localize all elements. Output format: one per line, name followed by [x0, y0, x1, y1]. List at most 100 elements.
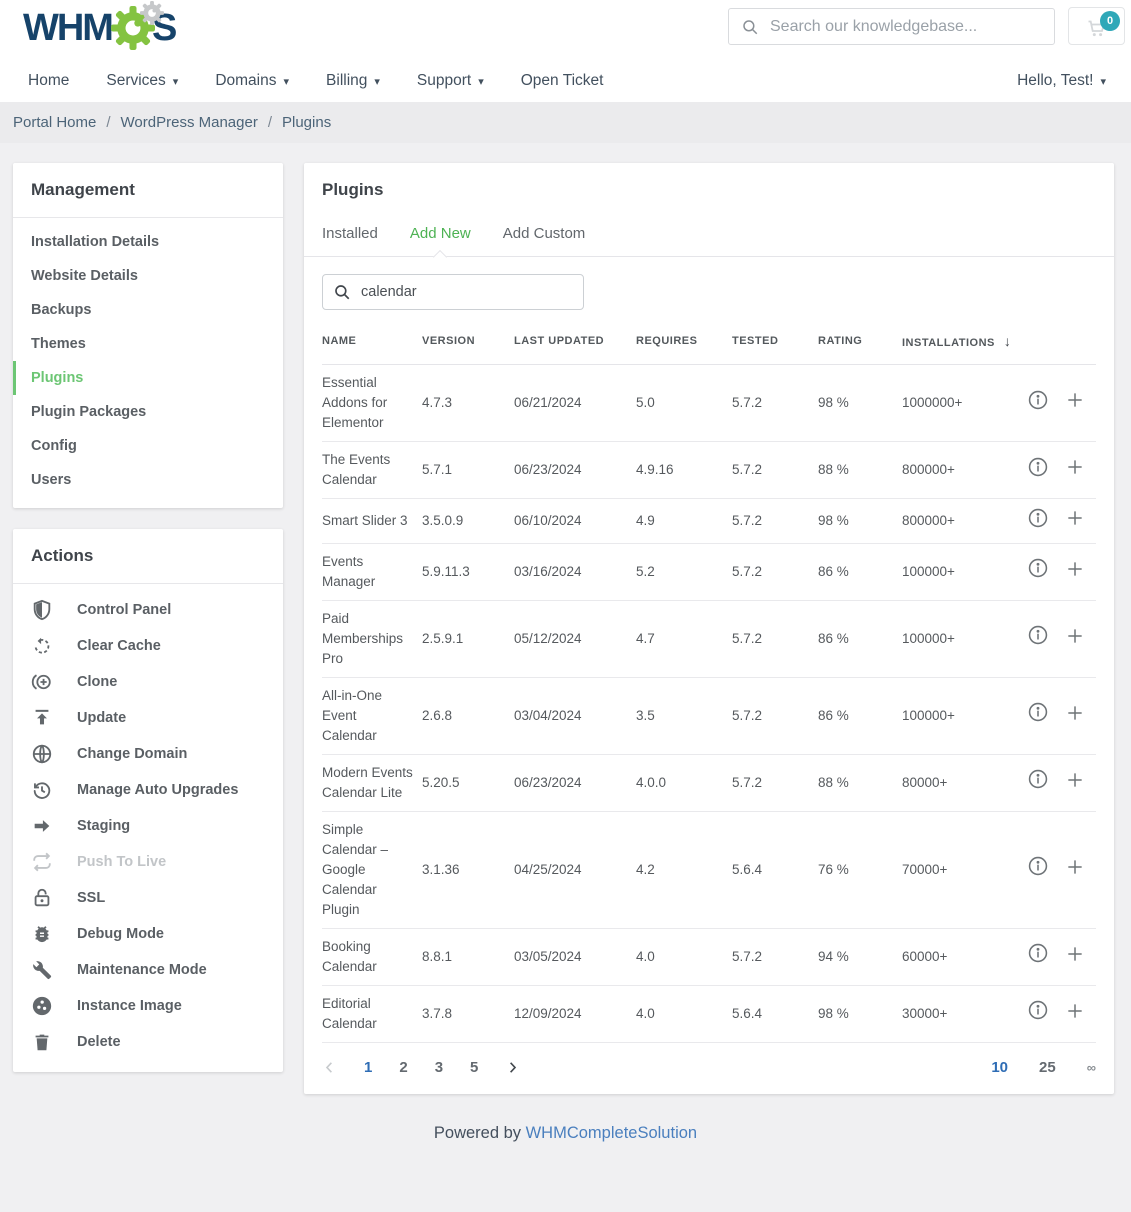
- install-plugin-button[interactable]: [1063, 390, 1087, 414]
- action-item-control-panel[interactable]: Control Panel: [13, 592, 283, 628]
- nav-item-billing[interactable]: Billing ▾: [326, 72, 380, 90]
- breadcrumb-item-portal-home[interactable]: Portal Home: [13, 114, 96, 131]
- install-plugin-button[interactable]: [1063, 508, 1087, 532]
- install-plugin-button[interactable]: [1063, 856, 1087, 880]
- cell-last-updated: 03/05/2024: [514, 928, 636, 986]
- action-item-clone[interactable]: Clone: [13, 664, 283, 700]
- column-header-rating[interactable]: RATING: [818, 318, 902, 365]
- cell-rating: 88 %: [818, 441, 902, 499]
- plugin-details-button[interactable]: [1026, 769, 1050, 793]
- nav-item-services[interactable]: Services ▾: [106, 72, 178, 90]
- cell-name: Essential Addons for Elementor: [322, 364, 422, 442]
- install-plugin-button[interactable]: [1063, 1000, 1087, 1024]
- cell-details: [1022, 754, 1062, 812]
- install-plugin-button[interactable]: [1063, 558, 1087, 582]
- sidebar-item-plugin-packages[interactable]: Plugin Packages: [13, 395, 283, 429]
- action-item-instance-image[interactable]: Instance Image: [13, 988, 283, 1024]
- sidebar-item-plugins[interactable]: Plugins: [13, 361, 283, 395]
- sort-descending-icon: ↓: [1003, 333, 1012, 349]
- table-row: Modern Events Calendar Lite 5.20.5 06/23/2…: [322, 754, 1096, 812]
- knowledgebase-search-input[interactable]: [770, 17, 1042, 36]
- install-plugin-button[interactable]: [1063, 769, 1087, 793]
- nav-item-label: Home: [28, 72, 70, 89]
- plugin-details-button[interactable]: [1026, 389, 1050, 413]
- update-icon: [31, 707, 53, 729]
- cell-details: [1022, 677, 1062, 755]
- column-header-installations[interactable]: INSTALLATIONS ↓: [902, 318, 1022, 365]
- action-item-delete[interactable]: Delete: [13, 1024, 283, 1060]
- action-item-update[interactable]: Update: [13, 700, 283, 736]
- user-menu[interactable]: Hello, Test! ▾: [1017, 72, 1106, 90]
- plugin-details-button[interactable]: [1026, 456, 1050, 480]
- nav-item-home[interactable]: Home: [28, 72, 69, 90]
- sidebar-item-website-details[interactable]: Website Details: [13, 259, 283, 293]
- breadcrumb-item-wordpress-manager[interactable]: WordPress Manager: [121, 114, 258, 131]
- plugin-details-button[interactable]: [1026, 1000, 1050, 1024]
- footer-link[interactable]: WHMCompleteSolution: [526, 1124, 697, 1142]
- page-number-1[interactable]: 1: [364, 1059, 372, 1076]
- action-item-clear-cache[interactable]: Clear Cache: [13, 628, 283, 664]
- whmcs-logo[interactable]: WHM S: [23, 1, 177, 50]
- cell-install: [1062, 811, 1096, 929]
- plugin-search-input[interactable]: [361, 284, 573, 300]
- chevron-down-icon: ▾: [283, 75, 290, 88]
- column-header-add: [1062, 318, 1096, 365]
- previous-page-icon[interactable]: [322, 1060, 337, 1075]
- plugin-details-button[interactable]: [1026, 507, 1050, 531]
- action-item-ssl[interactable]: SSL: [13, 880, 283, 916]
- page-number-5[interactable]: 5: [470, 1059, 478, 1076]
- cart-button[interactable]: 0: [1068, 7, 1125, 45]
- user-menu-label: Hello, Test!: [1017, 72, 1094, 89]
- cell-last-updated: 05/12/2024: [514, 600, 636, 678]
- plugin-details-button[interactable]: [1026, 856, 1050, 880]
- install-plugin-button[interactable]: [1063, 702, 1087, 726]
- cell-details: [1022, 811, 1062, 929]
- cell-requires: 4.0: [636, 928, 732, 986]
- sidebar-item-installation-details[interactable]: Installation Details: [13, 225, 283, 259]
- page-number-2[interactable]: 2: [399, 1059, 407, 1076]
- tab-add-custom[interactable]: Add Custom: [503, 225, 586, 256]
- breadcrumb-separator: /: [106, 114, 111, 131]
- plugin-details-button[interactable]: [1026, 702, 1050, 726]
- tab-installed[interactable]: Installed: [322, 225, 378, 256]
- column-header-label: RATING: [818, 335, 863, 347]
- column-header-label: LAST UPDATED: [514, 335, 605, 347]
- action-item-maintenance-mode[interactable]: Maintenance Mode: [13, 952, 283, 988]
- next-page-icon[interactable]: [505, 1060, 520, 1075]
- nav-item-domains[interactable]: Domains ▾: [215, 72, 289, 90]
- action-item-manage-auto-upgrades[interactable]: Manage Auto Upgrades: [13, 772, 283, 808]
- column-header-requires[interactable]: REQUIRES: [636, 318, 732, 365]
- action-item-staging[interactable]: Staging: [13, 808, 283, 844]
- column-header-tested[interactable]: TESTED: [732, 318, 818, 365]
- column-header-last-updated[interactable]: LAST UPDATED: [514, 318, 636, 365]
- column-header-name[interactable]: NAME: [322, 318, 422, 365]
- plugin-details-button[interactable]: [1026, 558, 1050, 582]
- install-plugin-button[interactable]: [1063, 943, 1087, 967]
- cell-install: [1062, 441, 1096, 499]
- plugin-details-button[interactable]: [1026, 625, 1050, 649]
- cell-details: [1022, 441, 1062, 499]
- page-size-10[interactable]: 10: [991, 1059, 1008, 1076]
- sidebar-item-users[interactable]: Users: [13, 463, 283, 497]
- tab-add-new[interactable]: Add New: [410, 225, 471, 256]
- nav-item-support[interactable]: Support ▾: [417, 72, 484, 90]
- cell-version: 5.20.5: [422, 754, 514, 812]
- action-item-change-domain[interactable]: Change Domain: [13, 736, 283, 772]
- sidebar-item-themes[interactable]: Themes: [13, 327, 283, 361]
- sidebar-item-backups[interactable]: Backups: [13, 293, 283, 327]
- install-plugin-button[interactable]: [1063, 625, 1087, 649]
- action-item-debug-mode[interactable]: Debug Mode: [13, 916, 283, 952]
- cell-tested: 5.7.2: [732, 600, 818, 678]
- sidebar-item-config[interactable]: Config: [13, 429, 283, 463]
- plugin-details-button[interactable]: [1026, 943, 1050, 967]
- page-size-25[interactable]: 25: [1039, 1059, 1056, 1076]
- management-panel: Management Installation Details Website D…: [13, 163, 283, 508]
- nav-item-open-ticket[interactable]: Open Ticket: [521, 72, 604, 90]
- install-plugin-button[interactable]: [1063, 457, 1087, 481]
- page-size-all[interactable]: ∞: [1087, 1060, 1096, 1075]
- info-icon: [1027, 389, 1049, 414]
- page-number-3[interactable]: 3: [435, 1059, 443, 1076]
- info-icon: [1027, 557, 1049, 582]
- cell-installations: 100000+: [902, 677, 1022, 755]
- column-header-version[interactable]: VERSION: [422, 318, 514, 365]
